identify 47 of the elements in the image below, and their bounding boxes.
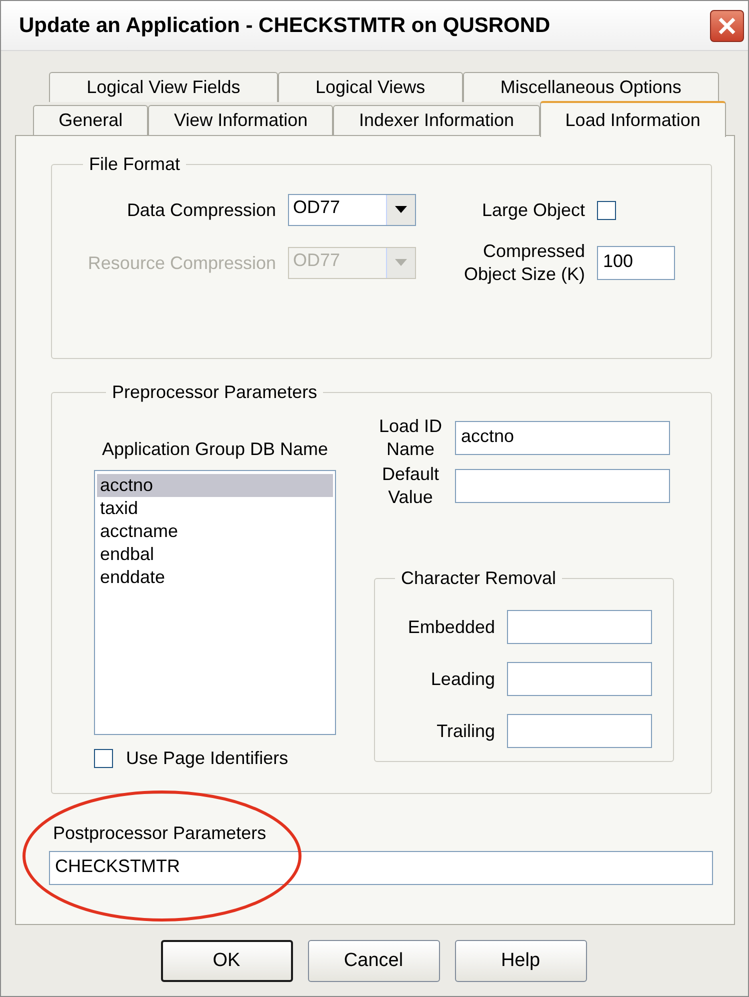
field-label: Data Compression xyxy=(126,198,276,222)
list-item[interactable]: enddate xyxy=(97,566,333,589)
tab[interactable]: View Information xyxy=(148,105,334,135)
group-title: File Format xyxy=(88,154,182,174)
checkbox-label: Large Object xyxy=(480,198,585,222)
list-box[interactable]: acctno taxid acctname endbal enddate xyxy=(94,470,336,735)
input-field[interactable] xyxy=(455,469,670,503)
tab[interactable]: Logical Views xyxy=(278,72,463,102)
field-label: Default Value xyxy=(380,463,440,509)
close-icon xyxy=(718,16,736,34)
input-field[interactable] xyxy=(507,662,652,696)
close-button[interactable] xyxy=(710,10,744,42)
tab[interactable]: Load Information xyxy=(540,101,726,137)
tab[interactable]: Indexer Information xyxy=(333,105,540,135)
dropdown-arrow-icon xyxy=(395,206,407,214)
input-field[interactable] xyxy=(507,610,652,644)
group-title: Preprocessor Parameters xyxy=(111,382,318,402)
dialog-button[interactable]: Cancel xyxy=(308,940,440,982)
dialog-button[interactable]: Help xyxy=(454,940,586,982)
field-label: Compressed Object Size (K) xyxy=(462,240,585,286)
tab[interactable]: General xyxy=(33,105,148,135)
field-label: Load ID Name xyxy=(378,415,444,461)
field-label: Leading xyxy=(430,668,495,690)
group-title: Character Removal xyxy=(400,568,558,588)
field-label: Resource Compression xyxy=(86,252,276,274)
field-label: Embedded xyxy=(406,616,495,638)
dialog-button[interactable]: OK xyxy=(160,940,292,982)
field-label: Trailing xyxy=(436,720,495,742)
input-field[interactable]: acctno xyxy=(455,421,670,455)
list-label: Application Group DB Name xyxy=(100,438,330,461)
tab[interactable]: Miscellaneous Options xyxy=(462,72,719,102)
list-item[interactable]: acctname xyxy=(97,520,333,543)
checkbox-label: Use Page Identifiers xyxy=(126,747,288,770)
list-item[interactable]: endbal xyxy=(97,543,333,566)
dropdown[interactable]: OD77 xyxy=(288,194,416,226)
input-field[interactable]: CHECKSTMTR xyxy=(49,851,713,885)
checkbox[interactable] xyxy=(94,749,113,768)
checkbox[interactable] xyxy=(597,200,616,220)
list-item[interactable]: acctno xyxy=(97,474,333,497)
input-field[interactable]: 100 xyxy=(597,246,675,280)
dropdown-arrow-icon xyxy=(395,259,407,267)
field-label: Postprocessor Parameters xyxy=(53,822,268,845)
window-title: Update an Application - CHECKSTMTR on QUSROND xyxy=(19,14,552,38)
input-field[interactable] xyxy=(507,714,652,748)
dropdown: OD77 xyxy=(288,247,416,279)
tab[interactable]: Logical View Fields xyxy=(49,72,278,102)
list-item[interactable]: taxid xyxy=(97,497,333,520)
